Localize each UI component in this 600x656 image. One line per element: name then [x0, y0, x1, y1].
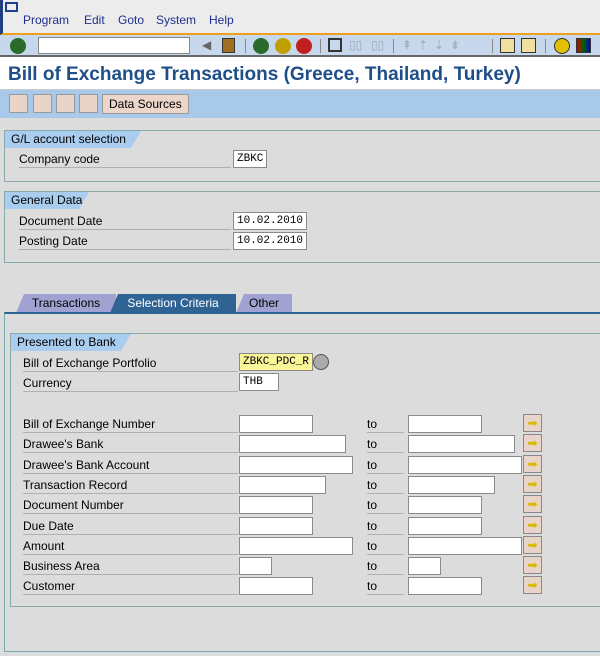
general-data-group: General Data Document Date 10.02.2010 Po… — [4, 191, 600, 263]
range-from-field[interactable] — [239, 435, 346, 454]
system-menu-icon[interactable] — [5, 2, 18, 12]
multiple-selection-arrow-icon[interactable]: ➡ — [523, 556, 542, 575]
range-label: Customer — [23, 577, 238, 596]
to-label: to — [367, 557, 404, 576]
new-session-icon[interactable] — [500, 38, 515, 53]
posting-date-field[interactable]: 10.02.2010 — [233, 232, 307, 250]
to-label: to — [367, 435, 404, 454]
find-icon: ▯▯ — [349, 38, 363, 52]
menu-bar: Program Edit Goto System Help — [0, 0, 600, 35]
range-to-field[interactable] — [408, 516, 482, 535]
previous-icon[interactable]: ◀ — [202, 38, 211, 52]
get-variant-icon[interactable] — [33, 94, 52, 113]
posting-date-label: Posting Date — [19, 232, 231, 250]
range-to-field[interactable] — [408, 536, 522, 555]
cancel-icon[interactable] — [296, 38, 312, 54]
multiple-selection-arrow-icon[interactable]: ➡ — [523, 515, 542, 534]
portfolio-field[interactable]: ZBKC_PDC_R — [239, 353, 313, 371]
range-from-field[interactable] — [239, 496, 313, 515]
execute-icon[interactable] — [9, 94, 28, 113]
range-to-field[interactable] — [408, 577, 482, 596]
group-title: Presented to Bank — [11, 334, 131, 351]
presented-to-bank-group: Presented to Bank Bill of Exchange Portf… — [10, 333, 600, 607]
tab-selection-criteria[interactable]: Selection Criteria — [110, 294, 236, 313]
menu-system[interactable]: System — [156, 13, 196, 27]
range-from-field[interactable] — [239, 455, 353, 474]
range-from-field[interactable] — [239, 475, 326, 494]
print-icon[interactable] — [328, 38, 342, 52]
range-from-field[interactable] — [239, 536, 353, 555]
portfolio-label: Bill of Exchange Portfolio — [23, 354, 238, 372]
menu-edit[interactable]: Edit — [84, 13, 105, 27]
range-label: Drawee's Bank Account — [23, 456, 238, 474]
range-to-field[interactable] — [408, 557, 441, 576]
range-to-field[interactable] — [408, 475, 495, 494]
layout-menu-icon[interactable] — [576, 38, 591, 53]
range-label: Business Area — [23, 557, 238, 576]
page-title: Bill of Exchange Transactions (Greece, T… — [8, 64, 521, 85]
help-icon[interactable] — [554, 38, 570, 54]
multiple-selection-arrow-icon[interactable]: ➡ — [523, 495, 542, 514]
multiple-selection-arrow-icon[interactable]: ➡ — [523, 474, 542, 493]
multiple-selection-arrow-icon[interactable]: ➡ — [523, 414, 542, 432]
back-icon[interactable] — [253, 38, 269, 54]
range-label: Bill of Exchange Number — [23, 415, 238, 433]
page-nav-icons: ⇞⇡⇣⇟ — [402, 38, 467, 52]
range-label: Due Date — [23, 517, 238, 535]
currency-field[interactable]: THB — [239, 373, 279, 391]
to-label: to — [367, 577, 404, 596]
to-label: to — [367, 537, 404, 555]
multiple-selection-arrow-icon[interactable]: ➡ — [523, 434, 542, 453]
currency-label: Currency — [23, 374, 238, 392]
to-label: to — [367, 476, 404, 494]
range-from-field[interactable] — [239, 516, 313, 535]
to-label: to — [367, 517, 404, 535]
document-date-label: Document Date — [19, 212, 231, 230]
exit-icon[interactable] — [275, 38, 291, 54]
range-to-field[interactable] — [408, 496, 482, 515]
command-field[interactable] — [38, 37, 190, 54]
title-bar: Bill of Exchange Transactions (Greece, T… — [0, 57, 600, 90]
document-date-field[interactable]: 10.02.2010 — [233, 212, 307, 230]
menu-help[interactable]: Help — [209, 13, 234, 27]
find-next-icon: ▯▯ — [371, 38, 385, 52]
multiple-selection-arrow-icon[interactable]: ➡ — [523, 535, 542, 554]
standard-toolbar: ◀ ▯▯ ▯▯ ⇞⇡⇣⇟ — [0, 35, 600, 57]
range-from-field[interactable] — [239, 557, 272, 576]
enter-icon[interactable] — [10, 38, 26, 54]
multiple-selection-arrow-icon[interactable]: ➡ — [523, 576, 542, 595]
to-label: to — [367, 456, 404, 474]
data-sources-button[interactable]: Data Sources — [102, 94, 189, 114]
to-label: to — [367, 496, 404, 515]
range-label: Amount — [23, 537, 238, 555]
range-to-field[interactable] — [408, 455, 522, 474]
save-icon[interactable] — [222, 38, 235, 53]
application-toolbar: Data Sources — [0, 90, 600, 118]
to-label: to — [367, 415, 404, 433]
range-to-field[interactable] — [408, 415, 482, 433]
range-from-field[interactable] — [239, 415, 313, 433]
gl-account-group: G/L account selection Company code ZBKC — [4, 130, 600, 182]
company-code-field[interactable]: ZBKC — [233, 150, 267, 168]
range-label: Drawee's Bank — [23, 435, 238, 454]
delete-selection-icon[interactable] — [79, 94, 98, 113]
group-title: G/L account selection — [5, 131, 141, 148]
value-help-icon[interactable] — [313, 354, 329, 370]
multiple-selection-arrow-icon[interactable]: ➡ — [523, 454, 542, 473]
menu-program[interactable]: Program — [23, 13, 69, 27]
group-title: General Data — [5, 192, 89, 209]
range-label: Document Number — [23, 496, 238, 515]
range-label: Transaction Record — [23, 476, 238, 494]
company-code-label: Company code — [19, 150, 231, 168]
menu-goto[interactable]: Goto — [118, 13, 144, 27]
tab-other[interactable]: Other — [236, 294, 292, 313]
range-from-field[interactable] — [239, 577, 313, 596]
range-to-field[interactable] — [408, 435, 515, 454]
tab-transactions[interactable]: Transactions — [16, 294, 116, 313]
selection-options-icon[interactable] — [56, 94, 75, 113]
shortcut-icon[interactable] — [521, 38, 536, 53]
